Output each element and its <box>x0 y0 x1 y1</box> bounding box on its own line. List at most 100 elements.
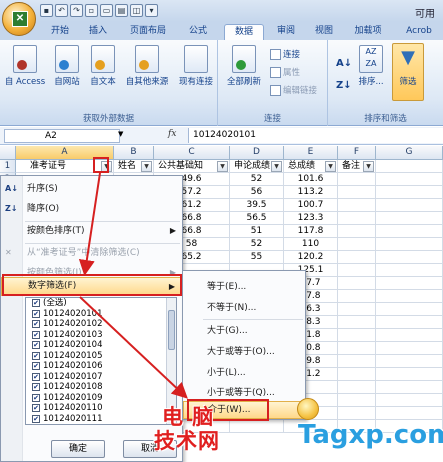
customize-qat-icon[interactable]: ▾ <box>145 4 158 17</box>
checklist-item[interactable]: ✔ 10124020108 <box>26 382 176 393</box>
not-equals-item[interactable]: 不等于(N)... <box>183 298 305 318</box>
checkbox-icon[interactable]: ✔ <box>32 341 40 350</box>
checkbox-icon[interactable]: ✔ <box>32 362 40 371</box>
table-cell[interactable]: 51 <box>230 225 284 238</box>
row-header-1[interactable]: 1 <box>0 160 16 173</box>
scrollbar-thumb[interactable] <box>168 310 175 350</box>
checkbox-icon[interactable]: ✔ <box>32 414 40 423</box>
table-cell[interactable]: 100.7 <box>284 199 338 212</box>
header-cell-total[interactable]: 总成绩 ▼ <box>284 160 338 173</box>
table-cell[interactable] <box>376 303 443 316</box>
table-cell[interactable] <box>376 407 443 420</box>
table-cell[interactable] <box>376 355 443 368</box>
checkbox-icon[interactable]: ✔ <box>32 372 40 381</box>
from-other-sources-button[interactable]: 自其他来源 <box>122 45 172 87</box>
filter-dropdown-c[interactable]: ▼ <box>217 161 228 172</box>
table-cell[interactable] <box>376 238 443 251</box>
table-cell[interactable] <box>338 407 376 420</box>
table-cell[interactable]: 52 <box>230 238 284 251</box>
table-cell[interactable] <box>338 212 376 225</box>
table-cell[interactable] <box>376 173 443 186</box>
table-cell[interactable] <box>376 381 443 394</box>
new-file-icon[interactable]: ▫ <box>85 4 98 17</box>
name-box-dropdown-icon[interactable]: ▼ <box>118 130 123 138</box>
checkbox-icon[interactable]: ✔ <box>32 299 40 308</box>
table-cell[interactable] <box>338 368 376 381</box>
value-checklist[interactable]: ✔ (全选) ✔ 10124020101 ✔ 10124020102 ✔ 1012402010… <box>25 297 177 425</box>
table-cell[interactable] <box>338 225 376 238</box>
table-cell[interactable] <box>376 329 443 342</box>
checkbox-icon[interactable]: ✔ <box>32 309 40 318</box>
checklist-item[interactable]: ✔ 10124020102 <box>26 319 176 330</box>
from-web-button[interactable]: 自网站 <box>50 45 84 87</box>
print-icon[interactable]: ▤ <box>115 4 128 17</box>
filter-dropdown-f[interactable]: ▼ <box>363 161 374 172</box>
tab-formulas[interactable]: 公式 <box>180 24 216 40</box>
name-box[interactable]: A2 <box>4 129 120 143</box>
column-header-d[interactable]: D <box>230 146 284 160</box>
checkbox-icon[interactable]: ✔ <box>32 383 40 392</box>
office-button[interactable]: ✕ <box>2 2 36 36</box>
greater-or-equal-item[interactable]: 大于或等于(O)... <box>183 342 305 362</box>
checkbox-icon[interactable]: ✔ <box>32 330 40 339</box>
tab-data[interactable]: 数据 <box>224 24 264 40</box>
table-cell[interactable] <box>338 381 376 394</box>
insert-function-icon[interactable]: fx <box>168 129 176 139</box>
checklist-item[interactable]: ✔ 10124020105 <box>26 351 176 362</box>
redo-icon[interactable]: ↷ <box>70 4 83 17</box>
table-cell[interactable] <box>376 277 443 290</box>
greater-than-item[interactable]: 大于(G)... <box>183 321 305 341</box>
checkbox-icon[interactable]: ✔ <box>32 393 40 402</box>
table-cell[interactable]: 52 <box>230 173 284 186</box>
table-cell[interactable] <box>230 420 284 433</box>
clear-filter-item[interactable]: ✕ 从“准考证号”中清除筛选(C) <box>1 243 182 263</box>
existing-connections-button[interactable]: 现有连接 <box>176 45 216 87</box>
tab-review[interactable]: 审阅 <box>268 24 304 40</box>
table-cell[interactable]: 120.2 <box>284 251 338 264</box>
table-cell[interactable] <box>376 225 443 238</box>
checklist-item[interactable]: ✔ 10124020106 <box>26 361 176 372</box>
table-cell[interactable]: 123.3 <box>284 212 338 225</box>
ok-button[interactable]: 确定 <box>51 440 105 458</box>
table-cell[interactable] <box>338 238 376 251</box>
table-cell[interactable] <box>376 368 443 381</box>
table-cell[interactable]: 101.6 <box>284 173 338 186</box>
tab-acrobat[interactable]: Acrob <box>396 24 442 40</box>
table-cell[interactable] <box>338 329 376 342</box>
tab-view[interactable]: 视图 <box>306 24 342 40</box>
table-cell[interactable] <box>338 264 376 277</box>
table-cell[interactable] <box>338 199 376 212</box>
column-header-e[interactable]: E <box>284 146 338 160</box>
table-cell[interactable] <box>376 394 443 407</box>
sort-za-icon[interactable]: Z↓ <box>336 80 352 91</box>
table-cell[interactable]: 55 <box>230 251 284 264</box>
header-cell-remarks[interactable]: 备注 ▼ <box>338 160 376 173</box>
table-cell[interactable] <box>338 277 376 290</box>
from-access-button[interactable]: 自 Access <box>4 45 46 87</box>
column-header-b[interactable]: B <box>114 146 154 160</box>
table-cell[interactable] <box>376 264 443 277</box>
refresh-all-button[interactable]: 全部刷新 <box>224 45 264 87</box>
table-cell[interactable] <box>338 316 376 329</box>
table-cell[interactable] <box>338 394 376 407</box>
sort-descending-item[interactable]: Z↓ 降序(O) <box>1 199 182 219</box>
sort-button[interactable]: AZ ZA 排序... <box>356 45 386 87</box>
filter-button[interactable]: ▼ 筛选 <box>392 45 424 87</box>
table-cell[interactable] <box>376 251 443 264</box>
sort-by-color-item[interactable]: 按颜色排序(T) ▶ <box>1 221 182 241</box>
header-cell-name[interactable]: 姓名 ▼ <box>114 160 154 173</box>
header-cell-public-basics[interactable]: 公共基础知 ▼ <box>154 160 230 173</box>
table-cell[interactable] <box>338 173 376 186</box>
less-than-item[interactable]: 小于(L)... <box>183 363 305 383</box>
checklist-item[interactable]: ✔ 10124020107 <box>26 372 176 383</box>
select-all-corner[interactable] <box>0 146 16 160</box>
properties-button[interactable]: 属性 <box>270 66 300 78</box>
open-file-icon[interactable]: ▭ <box>100 4 113 17</box>
table-cell[interactable] <box>338 186 376 199</box>
tab-addins[interactable]: 加载项 <box>346 24 390 40</box>
from-text-button[interactable]: 自文本 <box>86 45 120 87</box>
filter-dropdown-b[interactable]: ▼ <box>141 161 152 172</box>
table-cell[interactable]: 110 <box>284 238 338 251</box>
header-cell-essay[interactable]: 申论成绩 ▼ <box>230 160 284 173</box>
cell-g1[interactable] <box>376 160 443 173</box>
